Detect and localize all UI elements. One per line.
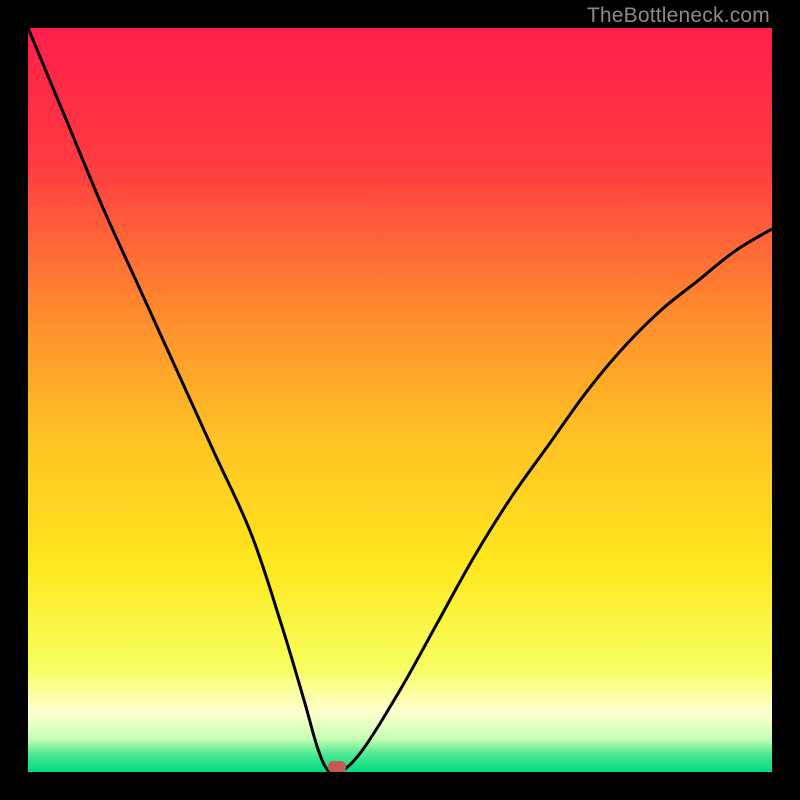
optimal-point-marker xyxy=(328,761,346,772)
gradient-background xyxy=(28,28,772,772)
chart-canvas xyxy=(28,28,772,772)
plot-area xyxy=(28,28,772,772)
watermark-text: TheBottleneck.com xyxy=(587,4,770,28)
chart-frame: TheBottleneck.com xyxy=(0,0,800,800)
